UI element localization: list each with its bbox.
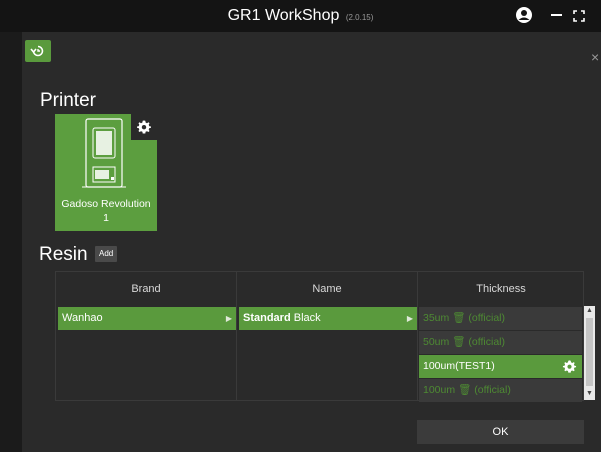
gear-icon [562, 360, 577, 373]
thickness-column-header: Thickness [476, 283, 526, 295]
name-column-header: Name [312, 283, 342, 295]
printer-card[interactable]: Gadoso Revolution 1 [55, 114, 157, 231]
thickness-item[interactable]: 35um 🗑 (official) [419, 307, 582, 330]
thickness-item-selected[interactable]: 100um(TEST1) [419, 355, 582, 378]
resin-section-title: Resin [39, 244, 88, 265]
chevron-right-icon: ▶ [406, 314, 413, 323]
thickness-item-label: 100um 🗑 (official) [423, 384, 511, 396]
scrollbar-thumb[interactable] [586, 318, 593, 386]
maximize-icon[interactable] [573, 9, 585, 22]
name-item-rest: Black [290, 312, 321, 324]
thickness-item[interactable]: 50um 🗑 (official) [419, 331, 582, 354]
thickness-item-label: 100um(TEST1) [423, 360, 495, 372]
user-account-icon[interactable] [515, 6, 533, 24]
restore-icon [30, 45, 44, 57]
scroll-up-icon[interactable]: ▲ [586, 307, 593, 314]
left-strip [0, 32, 22, 452]
brand-item-selected[interactable]: Wanhao ▶ [58, 307, 236, 330]
name-item-selected[interactable]: Standard Black ▶ [239, 307, 417, 330]
thickness-list: 35um 🗑 (official) 50um 🗑 (official) 100u… [419, 307, 582, 403]
thickness-scrollbar[interactable]: ▲ ▼ [584, 306, 595, 400]
app-title: GR1 WorkShop [227, 7, 340, 24]
add-resin-button[interactable]: Add [95, 246, 118, 262]
printer-image-icon [82, 118, 126, 188]
minimize-icon[interactable] [551, 14, 562, 16]
brand-column-header: Brand [131, 283, 161, 295]
title-bar: GR1 WorkShop (2.0.15) [0, 0, 601, 32]
thickness-item[interactable]: 100um 🗑 (official) [419, 379, 582, 402]
app-version: (2.0.15) [345, 13, 374, 22]
thickness-item-label: 35um 🗑 (official) [423, 312, 505, 324]
close-icon[interactable]: × [591, 49, 599, 65]
printer-section-title: Printer [40, 90, 96, 111]
printer-settings-button[interactable] [131, 114, 157, 140]
reset-button[interactable] [25, 40, 51, 62]
name-item-bold: Standard [243, 312, 291, 324]
thickness-column: Thickness 35um 🗑 (official) 50um 🗑 (offi… [418, 272, 584, 403]
gear-icon [137, 120, 151, 134]
chevron-right-icon: ▶ [225, 314, 232, 323]
brand-column: Brand Wanhao ▶ [56, 272, 237, 400]
ok-button[interactable]: OK [417, 420, 584, 444]
window-title: GR1 WorkShop (2.0.15) [0, 7, 601, 25]
thickness-item-label: 50um 🗑 (official) [423, 336, 505, 348]
resin-table: Brand Wanhao ▶ Name Standard Black ▶ Thi… [55, 271, 584, 403]
brand-item-label: Wanhao [62, 312, 103, 324]
scroll-down-icon[interactable]: ▼ [586, 390, 593, 397]
printer-name: Gadoso Revolution 1 [61, 198, 151, 224]
name-column: Name Standard Black ▶ [237, 272, 418, 400]
